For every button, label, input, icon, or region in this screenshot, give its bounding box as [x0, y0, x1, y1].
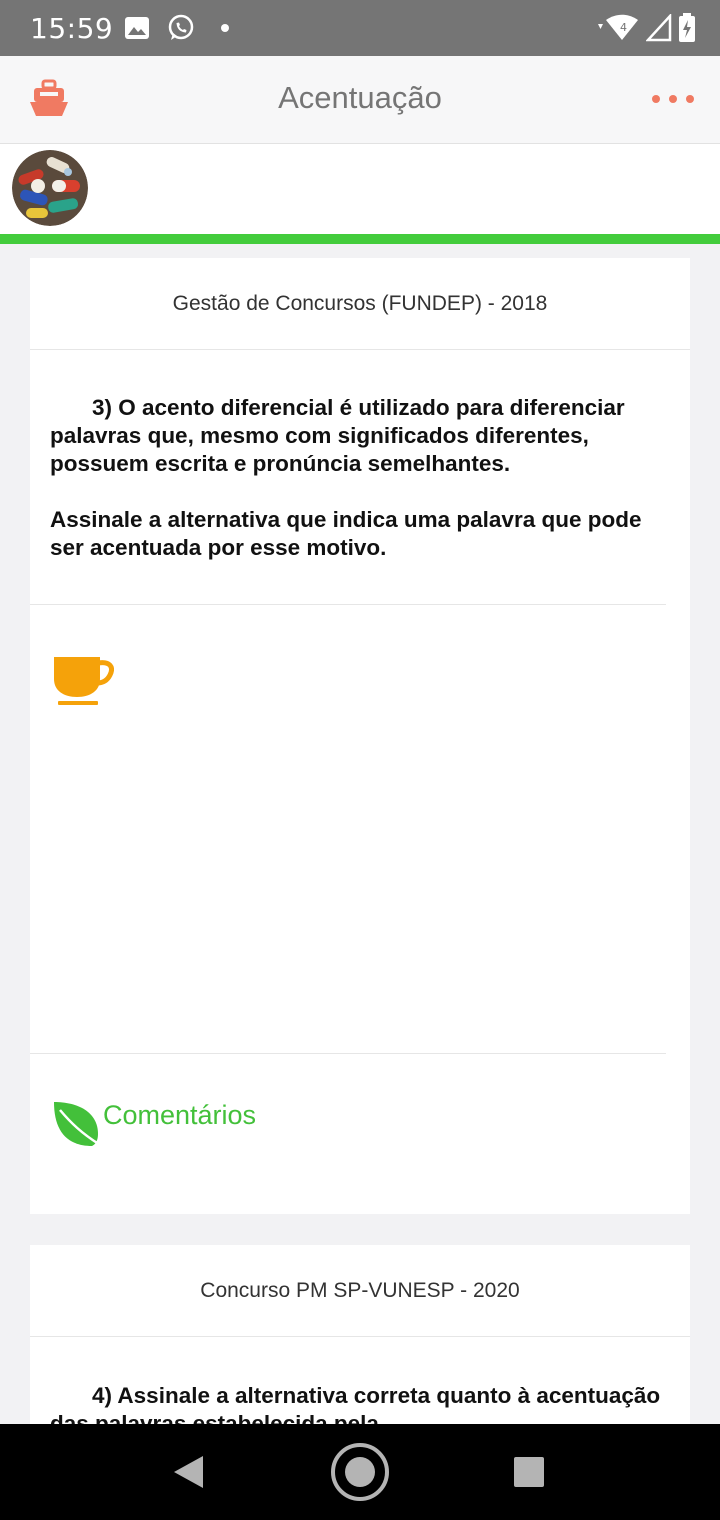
question-paragraph: 4) Assinale a alternativa correta quanto…: [50, 1383, 661, 1424]
dot: [669, 95, 677, 103]
question-paragraph: 3) O acento diferencial é utilizado para…: [50, 395, 625, 476]
exam-source: Concurso PM SP-VUNESP - 2020: [30, 1245, 690, 1337]
answer-area[interactable]: [30, 605, 690, 1053]
app-bar: Acentuação: [0, 56, 720, 144]
question-text: 4) Assinale a alternativa correta quanto…: [30, 1337, 690, 1424]
question-card: Gestão de Concursos (FUNDEP) - 2018 3) O…: [30, 258, 690, 1214]
dot: [652, 95, 660, 103]
dot: [686, 95, 694, 103]
question-text: 3) O acento diferencial é utilizado para…: [30, 350, 690, 562]
comments-label[interactable]: Comentários: [103, 1100, 256, 1131]
signal-icon: [646, 14, 672, 42]
status-time: 15:59: [30, 12, 114, 45]
pills-avatar[interactable]: [12, 150, 88, 226]
whatsapp-icon: [168, 14, 194, 40]
page-title: Acentuação: [278, 80, 442, 115]
dot-icon: [221, 24, 229, 32]
leaf-icon: [54, 1102, 103, 1148]
question-paragraph: Assinale a alternativa que indica uma pa…: [50, 507, 642, 560]
comments-link[interactable]: Comentários: [30, 1054, 690, 1214]
network-badge: 4: [620, 21, 627, 34]
image-icon: [125, 17, 149, 39]
recents-button[interactable]: [513, 1456, 545, 1488]
home-button[interactable]: [330, 1442, 390, 1502]
question-card: Concurso PM SP-VUNESP - 2020 4) Assinale…: [30, 1245, 690, 1424]
more-dots-icon[interactable]: [652, 86, 694, 112]
progress-bar: [0, 234, 720, 244]
profile-strip: [0, 144, 720, 234]
battery-icon: [679, 13, 695, 42]
coffee-cup-icon[interactable]: [52, 655, 114, 707]
status-right-icons: 4: [594, 12, 696, 44]
back-button[interactable]: [170, 1454, 206, 1490]
status-bar: 15:59 4: [0, 0, 720, 56]
wifi-icon: 4: [598, 14, 638, 40]
system-nav-bar: [0, 1424, 720, 1520]
exam-source: Gestão de Concursos (FUNDEP) - 2018: [30, 258, 690, 350]
